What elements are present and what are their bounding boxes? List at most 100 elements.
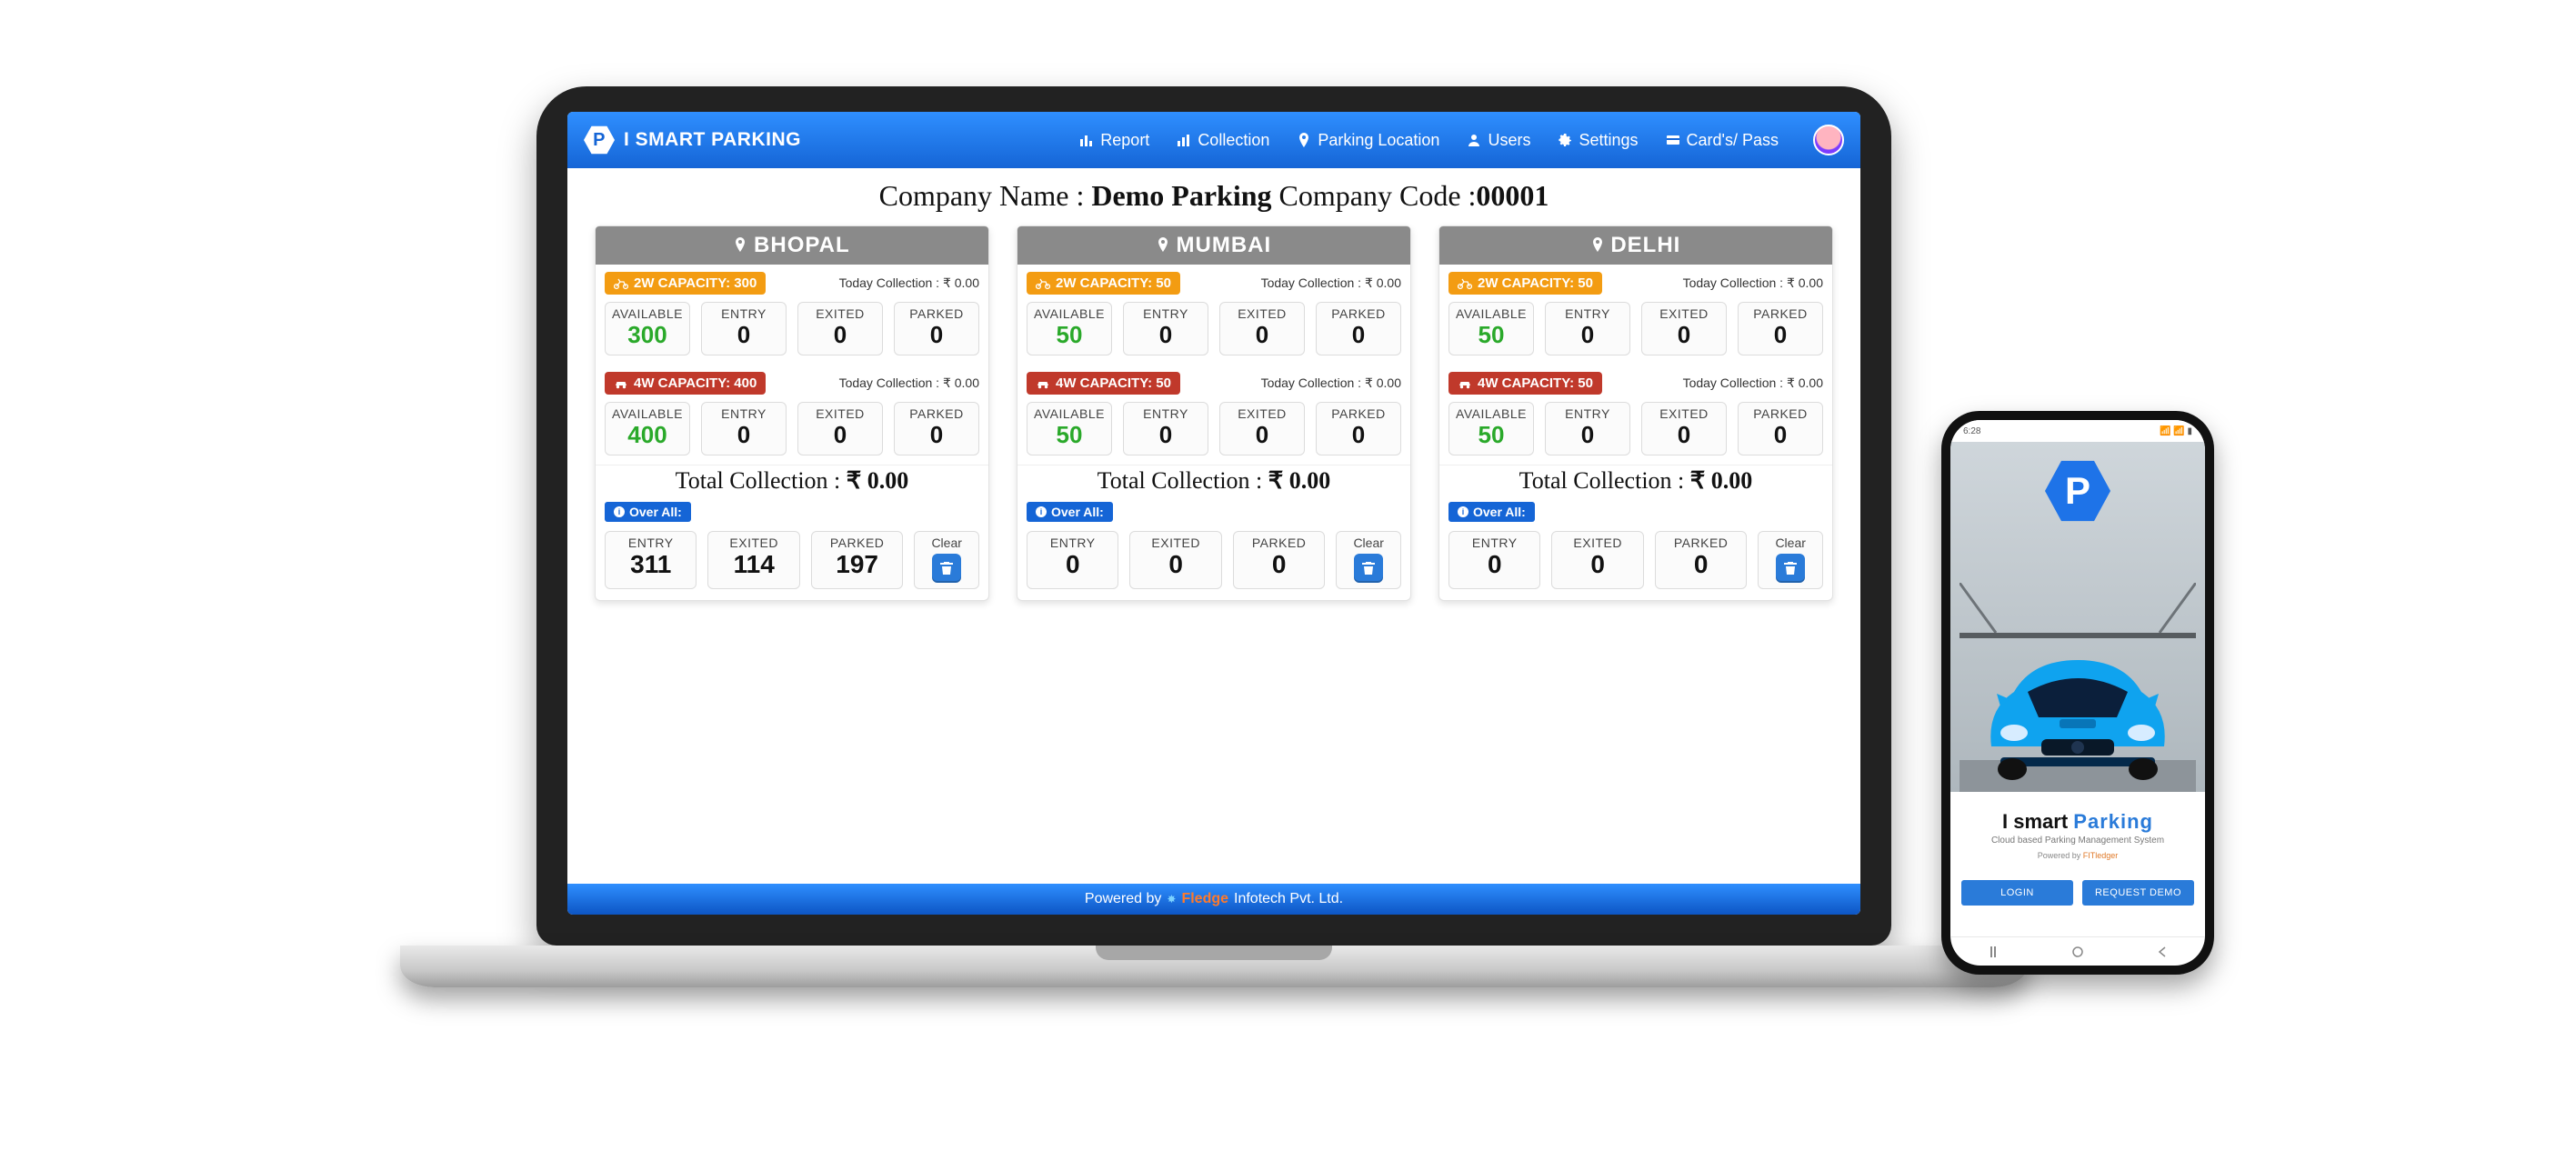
stat-exited: EXITED0 bbox=[797, 302, 883, 355]
overall-parked: PARKED0 bbox=[1655, 531, 1747, 589]
stat-value: 0 bbox=[1317, 321, 1400, 349]
stat-entry: ENTRY0 bbox=[1123, 302, 1208, 355]
car-icon bbox=[1036, 378, 1050, 389]
footer-brand: Fledge bbox=[1181, 891, 1228, 907]
stat-value: 0 bbox=[702, 321, 786, 349]
brand[interactable]: P I SMART PARKING bbox=[584, 125, 801, 155]
nav-parking-location[interactable]: Parking Location bbox=[1288, 125, 1448, 155]
motorbike-icon bbox=[1036, 278, 1050, 289]
trash-icon bbox=[1361, 561, 1376, 575]
nav-users[interactable]: Users bbox=[1458, 125, 1539, 155]
stat-value: 300 bbox=[606, 321, 689, 349]
today-collection-4w: Today Collection : ₹ 0.00 bbox=[1261, 375, 1401, 391]
capacity-2w-badge: 2W CAPACITY: 50 bbox=[1027, 272, 1180, 295]
stat-value: 50 bbox=[1027, 421, 1111, 449]
overall-parked: PARKED0 bbox=[1233, 531, 1325, 589]
stat-exited: EXITED0 bbox=[797, 402, 883, 455]
capacity-2w-badge: 2W CAPACITY: 50 bbox=[1448, 272, 1602, 295]
nav-cards-pass-label: Card's/ Pass bbox=[1687, 131, 1779, 150]
stat-exited: EXITED0 bbox=[1641, 302, 1727, 355]
stat-value: 0 bbox=[1642, 421, 1726, 449]
phone-request-demo-button[interactable]: REQUEST DEMO bbox=[2082, 880, 2194, 906]
brand-logo-icon: P bbox=[584, 125, 615, 155]
stat-row: AVAILABLE50 ENTRY0 EXITED0 PARKED0 bbox=[1017, 296, 1410, 365]
stat-value: 0 bbox=[1546, 421, 1629, 449]
phone-login-button[interactable]: LOGIN bbox=[1961, 880, 2073, 906]
footer-powered-by: Powered by bbox=[1085, 891, 1162, 907]
overall-badge: iOver All: bbox=[605, 502, 691, 522]
stat-value: 0 bbox=[798, 321, 882, 349]
info-icon: i bbox=[1458, 506, 1468, 517]
user-icon bbox=[1467, 133, 1481, 147]
location-header: DELHI bbox=[1439, 226, 1832, 265]
stat-label: EXITED bbox=[798, 406, 882, 421]
location-header: MUMBAI bbox=[1017, 226, 1410, 265]
laptop-base bbox=[400, 946, 2028, 987]
phone-powered-prefix: Powered by bbox=[2038, 851, 2083, 860]
today-collection-2w: Today Collection : ₹ 0.00 bbox=[1261, 275, 1401, 291]
phone-nav-back-icon[interactable] bbox=[2156, 946, 2169, 958]
clear-label: Clear bbox=[931, 535, 961, 550]
stat-value: 0 bbox=[1656, 550, 1746, 579]
location-card: MUMBAI 2W CAPACITY: 50 Today Collection … bbox=[1017, 225, 1411, 601]
stat-value: 0 bbox=[798, 421, 882, 449]
info-icon: i bbox=[1036, 506, 1047, 517]
stat-label: PARKED bbox=[1656, 535, 1746, 550]
stat-label: AVAILABLE bbox=[1027, 306, 1111, 321]
phone-nav-home-icon[interactable] bbox=[2071, 946, 2084, 958]
stat-available: AVAILABLE50 bbox=[1448, 302, 1534, 355]
nav-cards-pass[interactable]: Card's/ Pass bbox=[1657, 125, 1788, 155]
stat-value: 0 bbox=[1552, 550, 1642, 579]
phone-device-frame: 6:28 📶 📶 ▮ P bbox=[1941, 411, 2214, 975]
capacity-row-2w: 2W CAPACITY: 300 Today Collection : ₹ 0.… bbox=[596, 265, 988, 296]
stat-label: EXITED bbox=[1552, 535, 1642, 550]
stat-parked: PARKED0 bbox=[1738, 302, 1823, 355]
stat-label: EXITED bbox=[1220, 406, 1304, 421]
user-avatar[interactable] bbox=[1813, 125, 1844, 155]
stat-label: ENTRY bbox=[702, 406, 786, 421]
nav-settings-label: Settings bbox=[1579, 131, 1638, 150]
stat-label: AVAILABLE bbox=[1449, 406, 1533, 421]
stat-label: PARKED bbox=[895, 406, 978, 421]
phone-system-navbar bbox=[1950, 936, 2205, 966]
clear-button[interactable] bbox=[1776, 554, 1805, 583]
stat-value: 0 bbox=[895, 421, 978, 449]
company-code-label: Company Code : bbox=[1272, 179, 1477, 212]
nav-settings[interactable]: Settings bbox=[1549, 125, 1647, 155]
stat-value: 0 bbox=[1027, 550, 1118, 579]
stat-label: PARKED bbox=[1739, 306, 1822, 321]
overall-entry: ENTRY311 bbox=[605, 531, 697, 589]
total-collection: Total Collection : ₹ 0.00 bbox=[1017, 465, 1410, 502]
stat-parked: PARKED0 bbox=[894, 402, 979, 455]
overall-row: ENTRY0 EXITED0 PARKED0 Clear bbox=[1017, 522, 1410, 600]
clear-button[interactable] bbox=[932, 554, 961, 583]
stat-value: 0 bbox=[1642, 321, 1726, 349]
overall-exited: EXITED0 bbox=[1551, 531, 1643, 589]
footer-suffix: Infotech Pvt. Ltd. bbox=[1234, 891, 1343, 907]
stat-value: 0 bbox=[1124, 421, 1208, 449]
capacity-4w-badge: 4W CAPACITY: 400 bbox=[605, 372, 766, 395]
overall-badge: iOver All: bbox=[1027, 502, 1113, 522]
stat-value: 0 bbox=[1124, 321, 1208, 349]
stat-label: PARKED bbox=[812, 535, 902, 550]
overall-exited: EXITED114 bbox=[707, 531, 799, 589]
phone-title-a: I smart bbox=[2002, 810, 2073, 833]
nav-report[interactable]: Report bbox=[1070, 125, 1158, 155]
overall-clear: Clear bbox=[914, 531, 979, 589]
company-name-value: Demo Parking bbox=[1091, 179, 1271, 212]
stat-value: 311 bbox=[606, 550, 696, 579]
company-code-value: 00001 bbox=[1476, 179, 1549, 212]
nav-parking-location-label: Parking Location bbox=[1318, 131, 1439, 150]
stat-label: EXITED bbox=[798, 306, 882, 321]
clear-label: Clear bbox=[1775, 535, 1805, 550]
nav-collection[interactable]: Collection bbox=[1168, 125, 1278, 155]
stat-value: 0 bbox=[1220, 421, 1304, 449]
stat-available: AVAILABLE50 bbox=[1027, 402, 1112, 455]
clear-button[interactable] bbox=[1354, 554, 1383, 583]
stat-label: PARKED bbox=[1234, 535, 1324, 550]
nav-collection-label: Collection bbox=[1198, 131, 1269, 150]
app-screen: P I SMART PARKING Report Collection bbox=[567, 112, 1860, 915]
stat-row: AVAILABLE50 ENTRY0 EXITED0 PARKED0 bbox=[1017, 396, 1410, 465]
card-icon bbox=[1666, 133, 1680, 147]
phone-nav-recent-icon[interactable] bbox=[1987, 946, 2000, 958]
